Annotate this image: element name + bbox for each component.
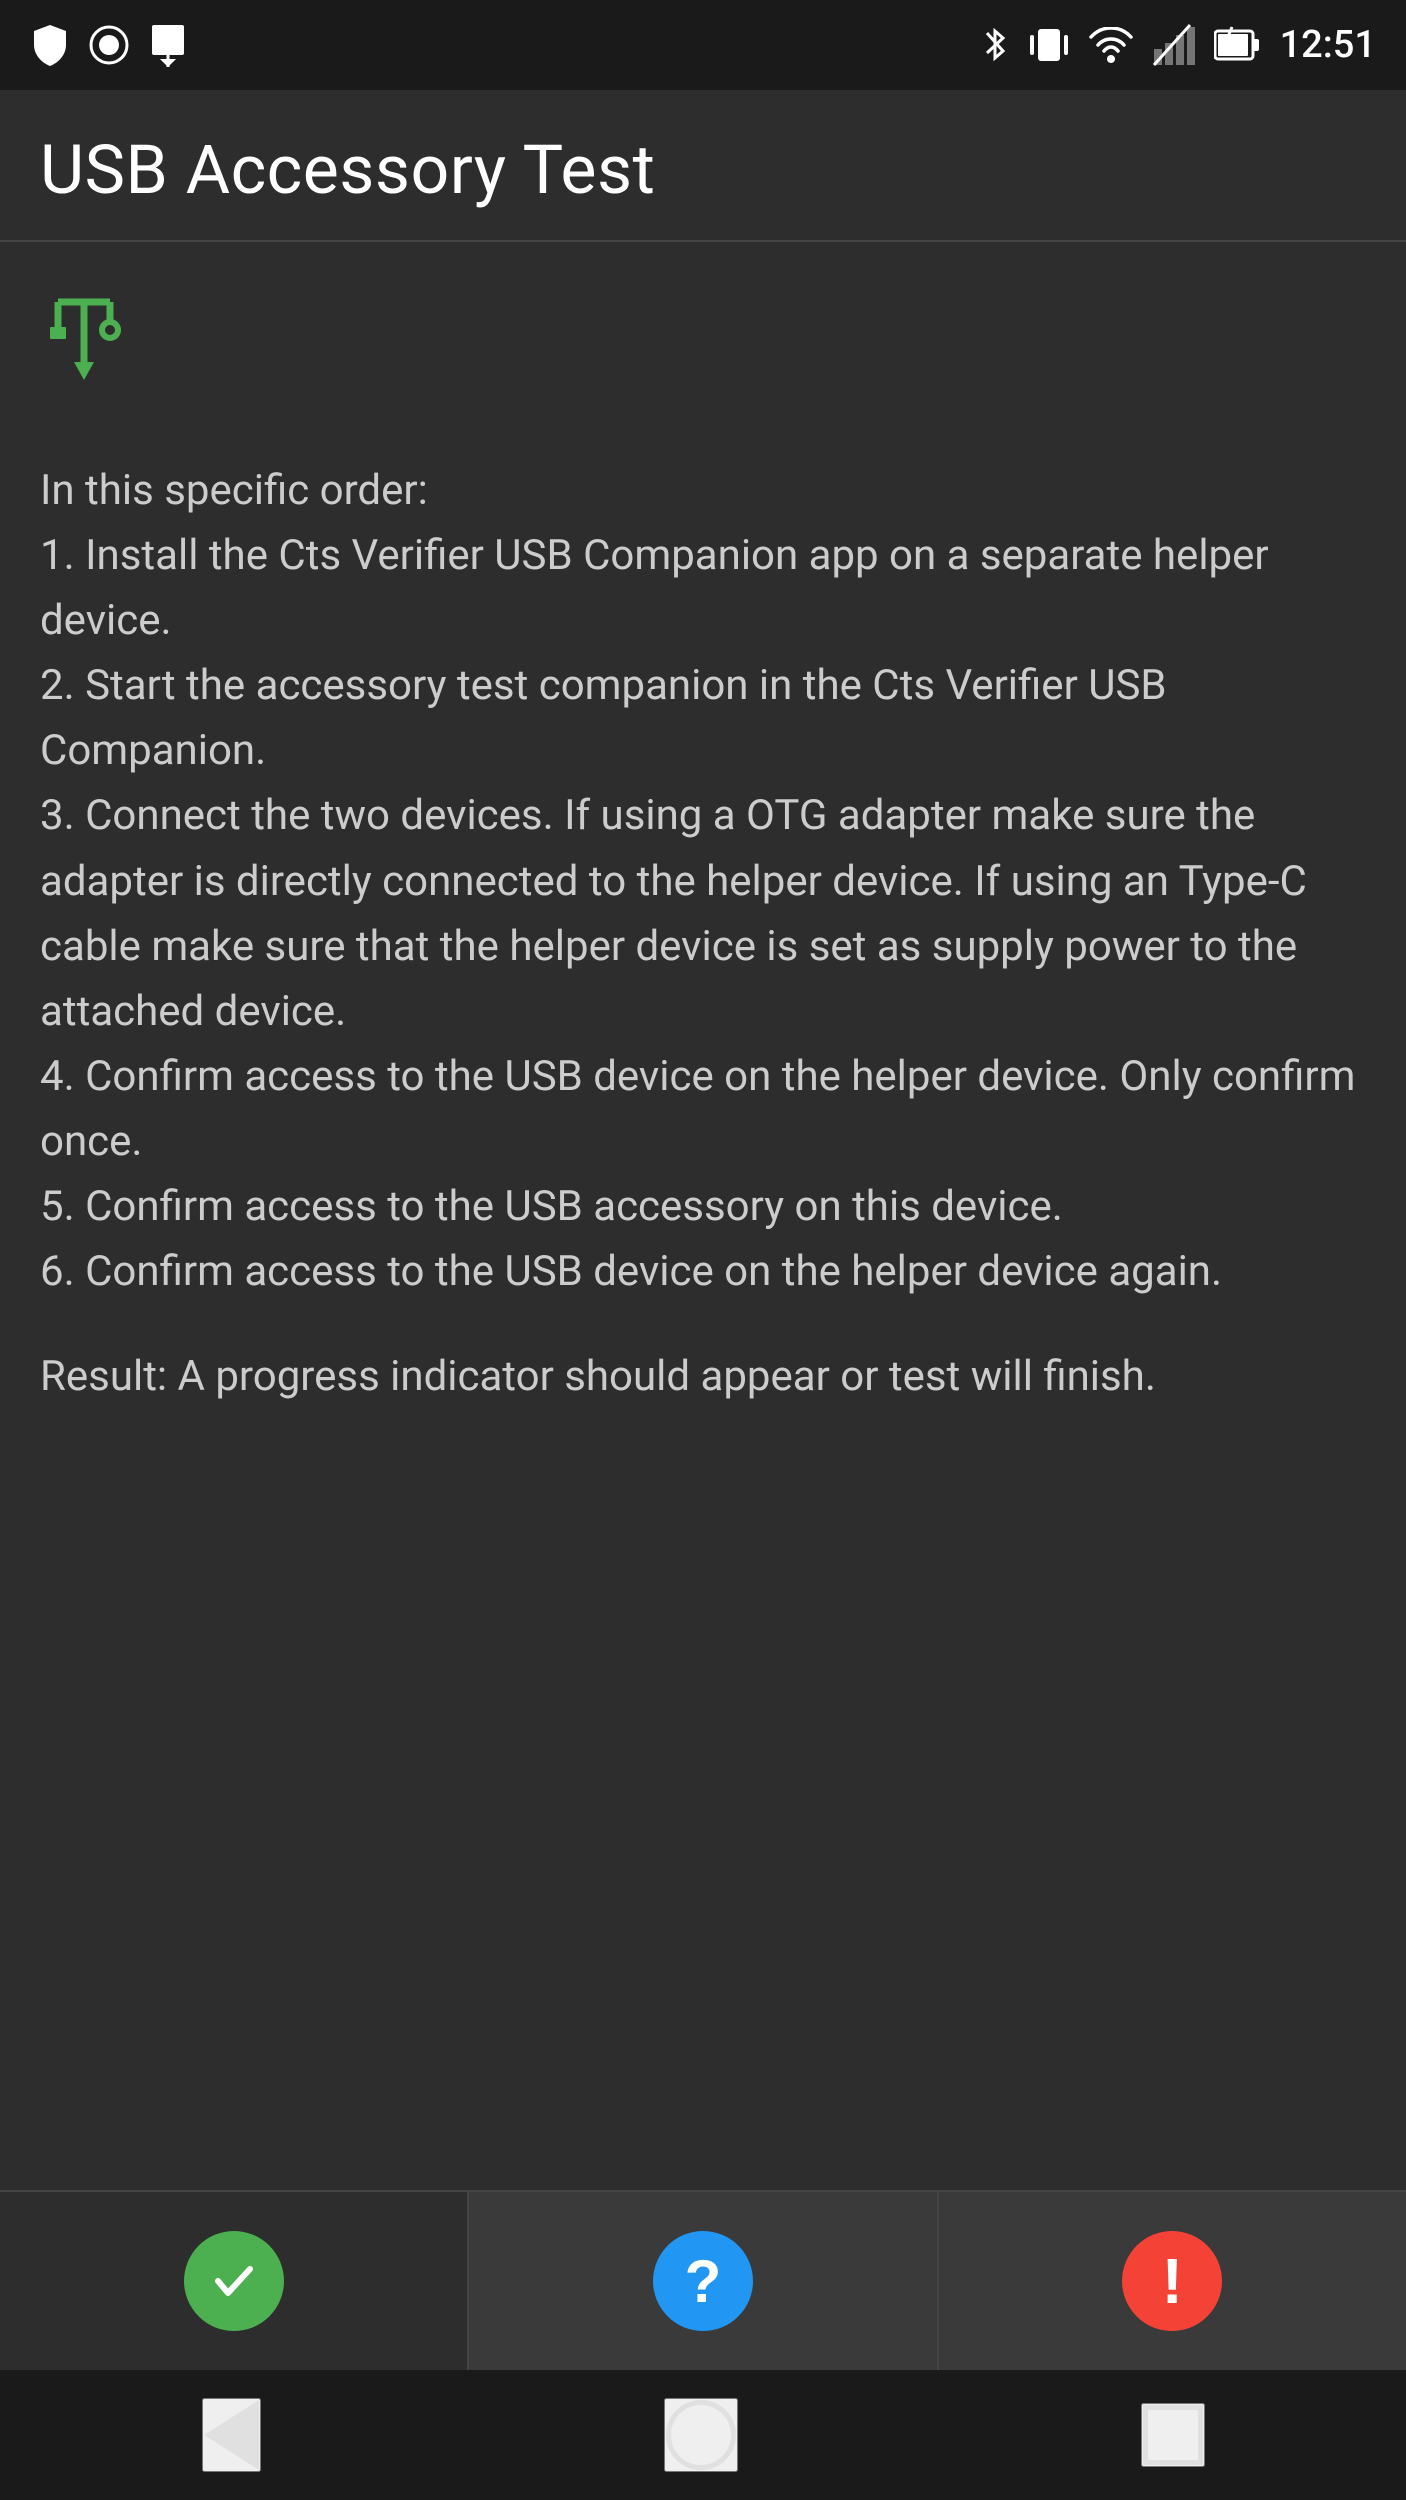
app-header: USB Accessory Test (0, 90, 1406, 242)
recents-button[interactable] (1141, 2403, 1205, 2467)
home-button[interactable] (664, 2398, 738, 2472)
back-button[interactable] (202, 2398, 261, 2472)
info-icon: ? (653, 2231, 753, 2331)
recents-icon (1143, 2405, 1203, 2465)
fail-button[interactable]: ! (939, 2192, 1406, 2370)
wifi-icon (1088, 27, 1134, 63)
vibrate-icon (1028, 23, 1070, 67)
page-title: USB Accessory Test (40, 130, 1366, 210)
pass-button[interactable] (0, 2192, 469, 2370)
bottom-action-bar: ? ! (0, 2190, 1406, 2370)
bluetooth-icon (980, 23, 1010, 67)
nav-bar (0, 2370, 1406, 2500)
info-button[interactable]: ? (469, 2192, 938, 2370)
status-bar: 12:51 (0, 0, 1406, 90)
record-icon (88, 24, 130, 66)
result-text: Result: A progress indicator should appe… (40, 1344, 1366, 1409)
status-time: 12:51 (1280, 23, 1376, 67)
usb-icon (40, 292, 128, 414)
shield-icon (30, 23, 70, 67)
home-icon (666, 2400, 736, 2470)
status-bar-right-icons: 12:51 (980, 23, 1376, 67)
main-content: In this specific order: 1. Install the C… (0, 242, 1406, 2190)
pass-icon (184, 2231, 284, 2331)
battery-icon (1214, 23, 1262, 67)
back-icon (204, 2400, 259, 2470)
fail-icon: ! (1122, 2231, 1222, 2331)
status-bar-left-icons (30, 23, 188, 67)
download-icon (148, 23, 188, 67)
no-signal-icon (1152, 23, 1196, 67)
instructions-text: In this specific order: 1. Install the C… (40, 458, 1366, 1304)
